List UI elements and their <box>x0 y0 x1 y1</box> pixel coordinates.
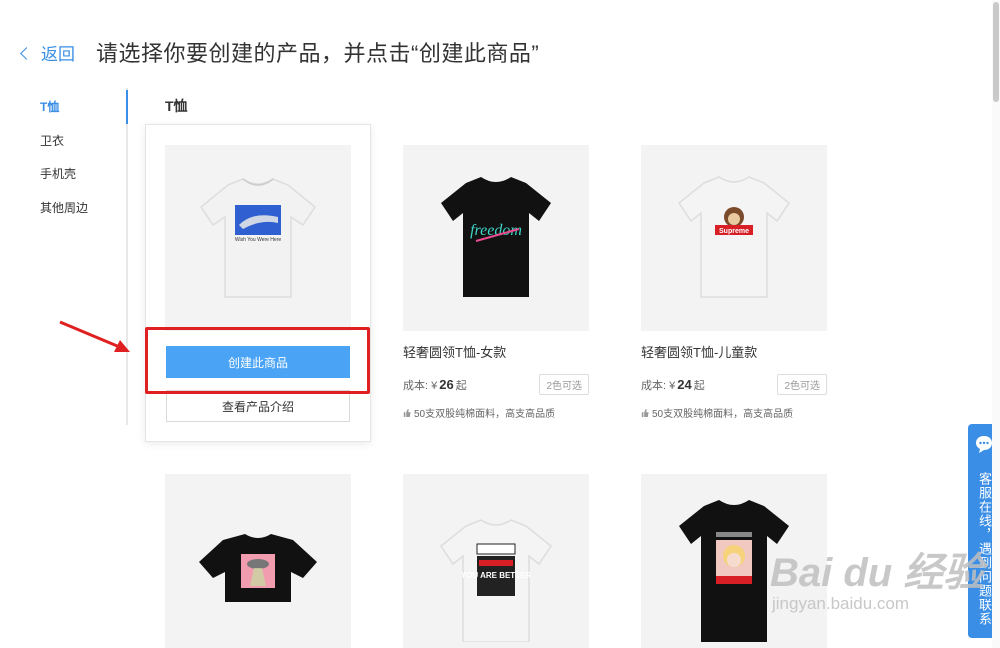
product-card-3[interactable]: Supreme 轻奢圆领T恤-儿童款 成本: ¥24 起 2色可选 50支双股纯棉… <box>641 145 827 420</box>
tshirt-black-anime-image <box>679 500 789 642</box>
chat-bubble-icon <box>976 436 992 453</box>
product-image[interactable]: freedom <box>403 145 589 331</box>
section-title: T恤 <box>165 98 188 114</box>
print-text: Supreme <box>719 228 749 235</box>
product-image[interactable]: Supreme <box>641 145 827 331</box>
product-card-5[interactable]: YOU ARE BETTER <box>403 474 589 648</box>
tshirt-black-image: freedom <box>441 177 551 297</box>
product-card-2[interactable]: freedom 轻奢圆领T恤-女款 成本: ¥26 起 2色可选 50支双股纯棉面… <box>403 145 589 420</box>
product-card-6[interactable] <box>641 474 827 648</box>
product-card-4[interactable] <box>165 474 351 648</box>
print-text: Wish You Were Here <box>235 237 282 243</box>
sidebar-item-hoodie[interactable]: 卫衣 <box>40 132 64 149</box>
color-options-badge: 2色可选 <box>777 374 827 395</box>
product-image[interactable] <box>641 474 827 648</box>
page-title: 请选择你要创建的产品，并点击“创建此商品” <box>96 41 540 66</box>
back-button[interactable]: 返回 <box>20 40 75 65</box>
product-image[interactable]: YOU ARE BETTER <box>403 474 589 648</box>
thumbs-up-icon <box>403 408 411 417</box>
product-name[interactable]: 轻奢圆领T恤-女款 <box>403 342 589 361</box>
sidebar-item-tshirt[interactable]: T恤 <box>40 98 59 115</box>
color-options-badge: 2色可选 <box>539 374 589 395</box>
back-label: 返回 <box>41 45 75 64</box>
product-price: 成本: ¥26 起 <box>403 376 467 392</box>
product-image[interactable] <box>165 474 351 648</box>
product-image[interactable]: Wish You Were Here <box>165 145 351 331</box>
customer-service-label: 客服在线，遇到问题联系 <box>977 472 992 626</box>
tshirt-white-image: Wish You Were Here <box>199 178 317 298</box>
thumbs-up-icon <box>641 408 649 417</box>
highlight-box <box>145 327 370 394</box>
chevron-left-icon <box>20 46 33 60</box>
sidebar-item-other[interactable]: 其他周边 <box>40 199 88 216</box>
active-indicator <box>126 90 128 124</box>
scrollbar-thumb[interactable] <box>993 2 999 102</box>
red-arrow-icon <box>59 320 130 352</box>
scrollbar[interactable] <box>992 0 1000 648</box>
view-intro-button[interactable]: 查看产品介绍 <box>166 390 350 422</box>
tshirt-crop-black-image <box>199 534 317 602</box>
product-price: 成本: ¥24 起 <box>641 376 705 392</box>
product-card-1[interactable]: Wish You Were Here <box>165 145 351 331</box>
product-feature: 50支双股纯棉面料，高支高品质 <box>652 409 794 420</box>
print-text: YOU ARE BETTER <box>461 571 532 580</box>
tshirt-kids-image: Supreme <box>677 176 791 298</box>
product-feature: 50支双股纯棉面料，高支高品质 <box>414 409 556 420</box>
tshirt-white-print-image: YOU ARE BETTER <box>439 519 553 642</box>
sidebar-item-phone-case[interactable]: 手机壳 <box>40 165 76 182</box>
product-name[interactable]: 轻奢圆领T恤-儿童款 <box>641 342 827 361</box>
